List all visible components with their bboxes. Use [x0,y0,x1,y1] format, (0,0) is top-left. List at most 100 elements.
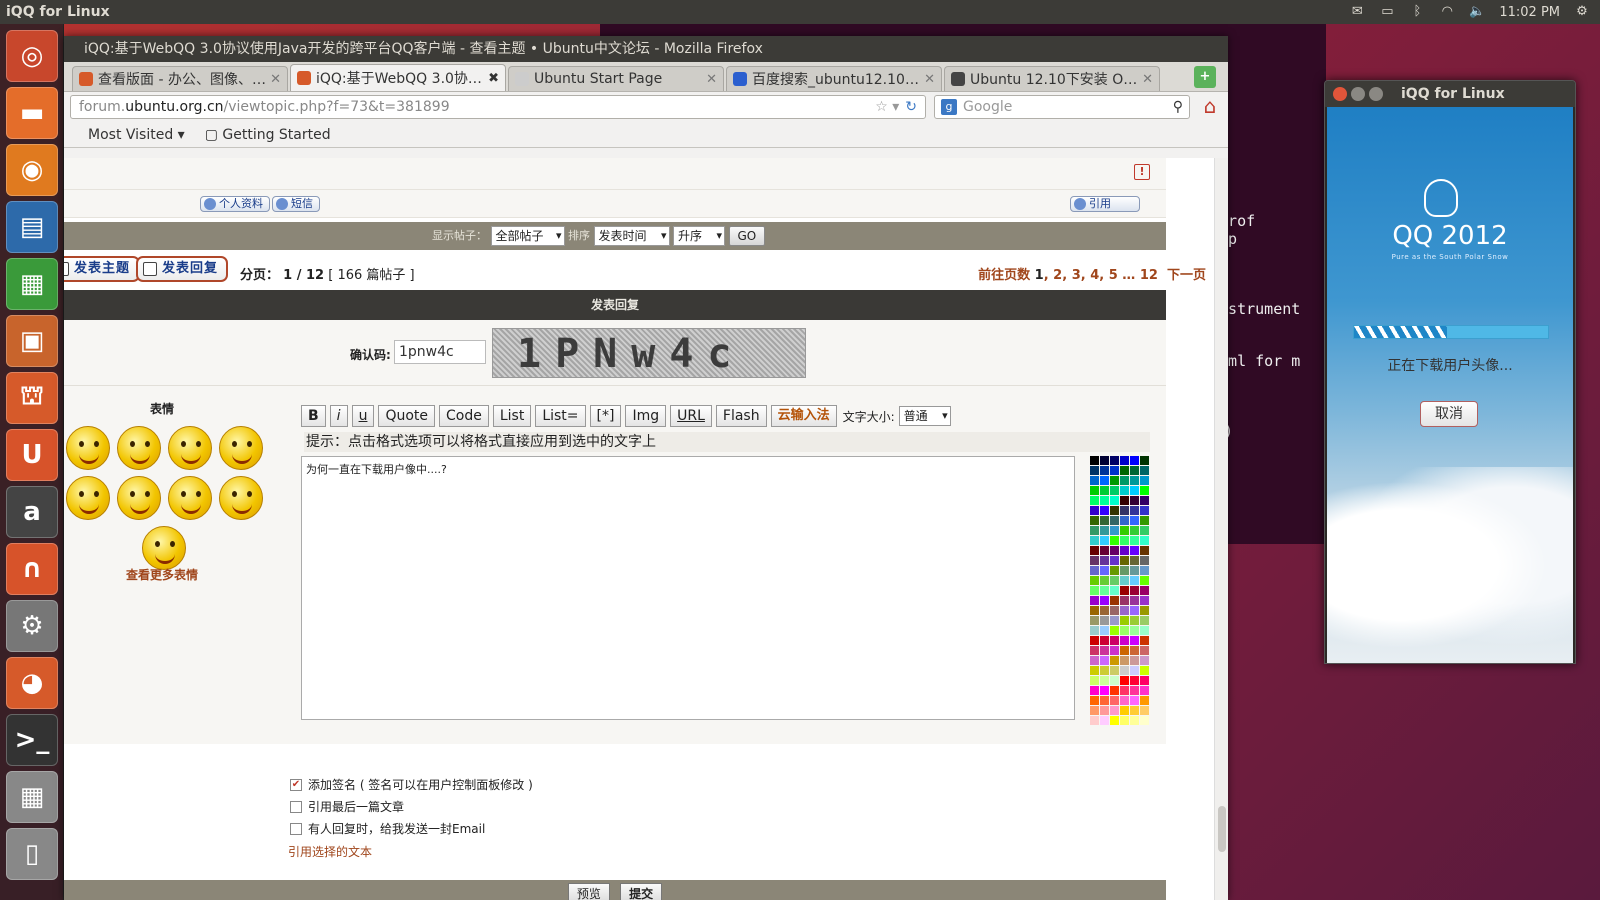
launcher-firefox[interactable]: ◉ [6,144,58,196]
color-swatch[interactable] [1110,606,1119,615]
color-swatch[interactable] [1140,466,1149,475]
launcher-ubuntu-one-music[interactable]: ∩ [6,543,58,595]
post-reply-button[interactable]: 发表回复 [136,256,229,282]
color-swatch[interactable] [1100,626,1109,635]
page-link[interactable]: 2 [1053,268,1062,283]
color-swatch[interactable] [1120,686,1129,695]
color-swatch[interactable] [1110,556,1119,565]
color-swatch[interactable] [1120,606,1129,615]
color-swatch[interactable] [1130,536,1139,545]
url-button[interactable]: URL [670,405,712,427]
cloud-input-button[interactable]: 云输入法 [770,405,837,427]
color-swatch[interactable] [1100,476,1109,485]
color-swatch[interactable] [1130,616,1139,625]
color-swatch[interactable] [1130,676,1139,685]
color-swatch[interactable] [1090,686,1099,695]
color-swatch[interactable] [1110,566,1119,575]
color-swatch[interactable] [1130,696,1139,705]
color-swatch[interactable] [1090,586,1099,595]
color-swatch[interactable] [1100,516,1109,525]
color-swatch[interactable] [1130,516,1139,525]
color-swatch[interactable] [1110,616,1119,625]
color-swatch[interactable] [1100,656,1109,665]
color-swatch[interactable] [1100,506,1109,515]
color-swatch[interactable] [1130,476,1139,485]
color-swatch[interactable] [1110,516,1119,525]
color-swatch[interactable] [1120,576,1129,585]
close-tab-icon[interactable]: ✕ [1142,72,1153,87]
color-swatch[interactable] [1140,666,1149,675]
color-swatch[interactable] [1110,586,1119,595]
minimize-window-icon[interactable] [1351,87,1365,101]
color-swatch[interactable] [1100,466,1109,475]
color-swatch[interactable] [1130,546,1139,555]
color-swatch[interactable] [1130,556,1139,565]
smiley-icon[interactable] [117,476,161,520]
page-link[interactable]: 12 [1140,268,1158,283]
option-email-notify[interactable]: 有人回复时，给我发送一封Email [290,820,485,837]
launcher-amazon[interactable]: a [6,486,58,538]
color-swatch[interactable] [1120,496,1129,505]
color-swatch[interactable] [1090,656,1099,665]
color-swatch[interactable] [1120,466,1129,475]
color-swatch[interactable] [1140,676,1149,685]
color-swatch[interactable] [1110,536,1119,545]
page-link[interactable]: 3 [1072,268,1081,283]
order-select[interactable]: 升序 [673,226,725,246]
color-swatch[interactable] [1140,596,1149,605]
underline-button[interactable]: u [351,405,375,427]
color-swatch[interactable] [1090,666,1099,675]
quote-selected-link[interactable]: 引用选择的文本 [288,843,372,860]
color-swatch[interactable] [1090,526,1099,535]
color-swatch[interactable] [1100,616,1109,625]
color-swatch[interactable] [1140,566,1149,575]
color-swatch[interactable] [1130,566,1139,575]
search-bar[interactable]: g Google ⚲ [934,95,1190,119]
page-scrollbar[interactable] [1214,158,1228,900]
launcher-writer[interactable]: ▤ [6,201,58,253]
color-swatch[interactable] [1120,676,1129,685]
bookmark-getting-started[interactable]: ▢ Getting Started [205,127,331,143]
color-swatch[interactable] [1090,706,1099,715]
color-swatch[interactable] [1140,556,1149,565]
color-swatch[interactable] [1090,546,1099,555]
profile-button[interactable]: 个人资料 [200,196,270,212]
color-swatch[interactable] [1140,506,1149,515]
color-swatch[interactable] [1100,526,1109,535]
color-swatch[interactable] [1120,636,1129,645]
color-swatch[interactable] [1110,626,1119,635]
new-tab-plus-icon[interactable]: + [1194,66,1216,88]
color-swatch[interactable] [1140,476,1149,485]
home-icon[interactable]: ⌂ [1198,95,1222,119]
bookmark-most-visited[interactable]: Most Visited ▾ [88,127,185,143]
color-swatch[interactable] [1140,606,1149,615]
color-swatch[interactable] [1110,546,1119,555]
color-swatch[interactable] [1140,496,1149,505]
smiley-icon[interactable] [142,526,186,570]
bold-button[interactable]: B [301,405,326,427]
color-swatch[interactable] [1120,706,1129,715]
page-link[interactable]: 4 [1090,268,1099,283]
url-bar[interactable]: forum. ubuntu.org.cn/viewtopic.php?f=73&t… [70,95,926,119]
flash-button[interactable]: Flash [715,405,767,427]
captcha-input[interactable] [394,340,486,364]
color-swatch[interactable] [1140,686,1149,695]
cancel-button[interactable]: 取消 [1420,401,1478,427]
color-swatch[interactable] [1130,606,1139,615]
color-swatch[interactable] [1100,716,1109,725]
smiley-icon[interactable] [168,476,212,520]
color-swatch[interactable] [1100,646,1109,655]
color-swatch[interactable] [1120,536,1129,545]
launcher-iqq[interactable]: ◕ [6,657,58,709]
private-message-button[interactable]: 短信 [272,196,320,212]
code-button[interactable]: Code [439,405,489,427]
color-swatch[interactable] [1100,546,1109,555]
go-button[interactable]: GO [728,226,766,246]
launcher-calc[interactable]: ▦ [6,258,58,310]
italic-button[interactable]: i [329,405,348,427]
color-swatch[interactable] [1110,526,1119,535]
quote-button[interactable]: 引用 [1070,196,1140,212]
color-swatch[interactable] [1130,626,1139,635]
color-swatch[interactable] [1110,486,1119,495]
next-page-link[interactable]: 下一页 [1167,268,1206,283]
